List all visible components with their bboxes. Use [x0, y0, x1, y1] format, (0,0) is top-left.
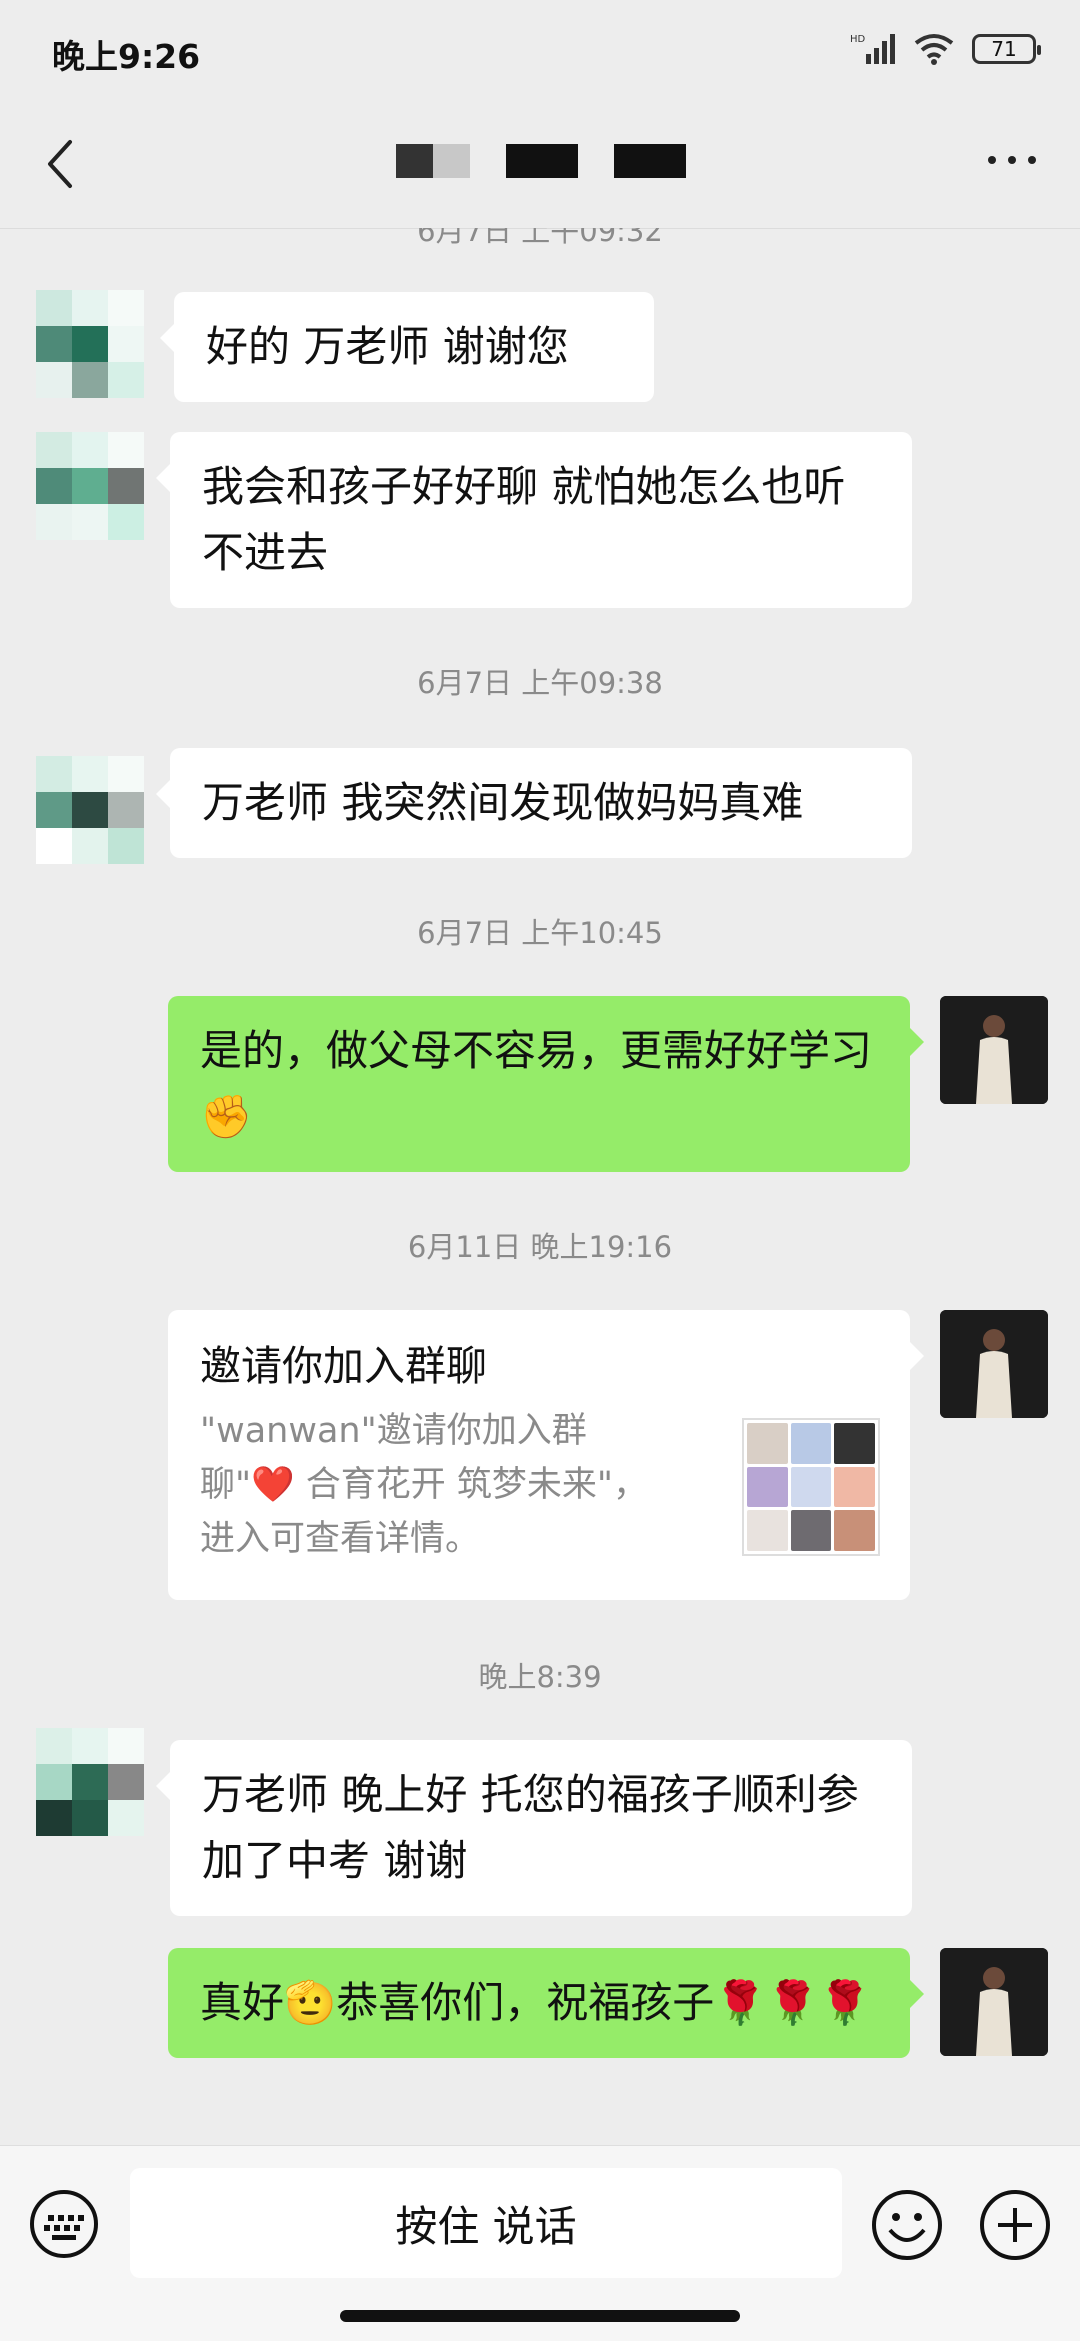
- message-bubble-sent[interactable]: 真好🫡恭喜你们，祝福孩子🌹🌹🌹: [168, 1948, 924, 2058]
- my-avatar[interactable]: [940, 1310, 1048, 1418]
- my-avatar[interactable]: [940, 996, 1048, 1104]
- input-bar: 按住 说话: [0, 2145, 1080, 2341]
- message-bubble[interactable]: 万老师 晚上好 托您的福孩子顺利参加了中考 谢谢: [156, 1740, 912, 1916]
- timestamp: 6月11日 晚上19:16: [407, 1230, 673, 1264]
- my-avatar[interactable]: [940, 1948, 1048, 2056]
- emoji-icon[interactable]: [870, 2188, 944, 2262]
- wifi-icon: [914, 34, 954, 65]
- keyboard-icon[interactable]: [28, 2188, 100, 2260]
- message-bubble[interactable]: 万老师 我突然间发现做妈妈真难: [156, 748, 912, 858]
- redacted-block: [506, 144, 578, 178]
- avatar[interactable]: [36, 1728, 144, 1836]
- message-bubble[interactable]: 好的 万老师 谢谢您: [160, 292, 654, 402]
- message-bubble[interactable]: 我会和孩子好好聊 就怕她怎么也听不进去: [156, 432, 912, 608]
- status-bar: 晚上9:26 HD 71: [0, 0, 1080, 100]
- avatar[interactable]: [36, 432, 144, 540]
- card-description: "wanwan"邀请你加入群聊"❤️ 合育花开 筑梦未来"，进入可查看详情。: [200, 1411, 649, 1559]
- signal-icon: HD: [850, 34, 895, 64]
- redacted-block: [396, 144, 470, 178]
- contact-name-redacted: [396, 144, 686, 178]
- svg-text:HD: HD: [850, 34, 866, 45]
- chat-header: [0, 100, 1080, 229]
- hold-to-talk-button[interactable]: 按住 说话: [130, 2168, 842, 2278]
- person-photo-icon: [940, 1948, 1048, 2056]
- home-indicator[interactable]: [340, 2310, 740, 2322]
- timestamp: 6月7日 上午09:32: [417, 228, 663, 248]
- message-list[interactable]: 6月7日 上午09:32 好的 万老师 谢谢您 我会和孩子好好聊 就怕她怎么也听…: [0, 228, 1080, 2145]
- person-photo-icon: [940, 1310, 1048, 1418]
- battery-icon: 71: [972, 34, 1041, 64]
- timestamp: 6月7日 上午09:38: [417, 666, 663, 700]
- card-title: 邀请你加入群聊: [200, 1342, 487, 1390]
- clock: 晚上9:26: [52, 37, 201, 76]
- plus-icon[interactable]: [978, 2188, 1052, 2262]
- person-photo-icon: [940, 996, 1048, 1104]
- group-thumbnail: [742, 1418, 880, 1556]
- more-dots-icon[interactable]: [982, 140, 1042, 180]
- timestamp: 晚上8:39: [478, 1660, 602, 1694]
- avatar[interactable]: [36, 756, 144, 864]
- chevron-left-icon[interactable]: [36, 134, 86, 194]
- avatar[interactable]: [36, 290, 144, 398]
- status-icons: HD 71: [850, 32, 1041, 66]
- group-invite-card[interactable]: 邀请你加入群聊 "wanwan"邀请你加入群聊"❤️ 合育花开 筑梦未来"，进入…: [168, 1310, 924, 1600]
- message-bubble-sent[interactable]: 是的，做父母不容易，更需好好学习✊: [168, 996, 924, 1172]
- redacted-block: [614, 144, 686, 178]
- timestamp: 6月7日 上午10:45: [417, 916, 663, 950]
